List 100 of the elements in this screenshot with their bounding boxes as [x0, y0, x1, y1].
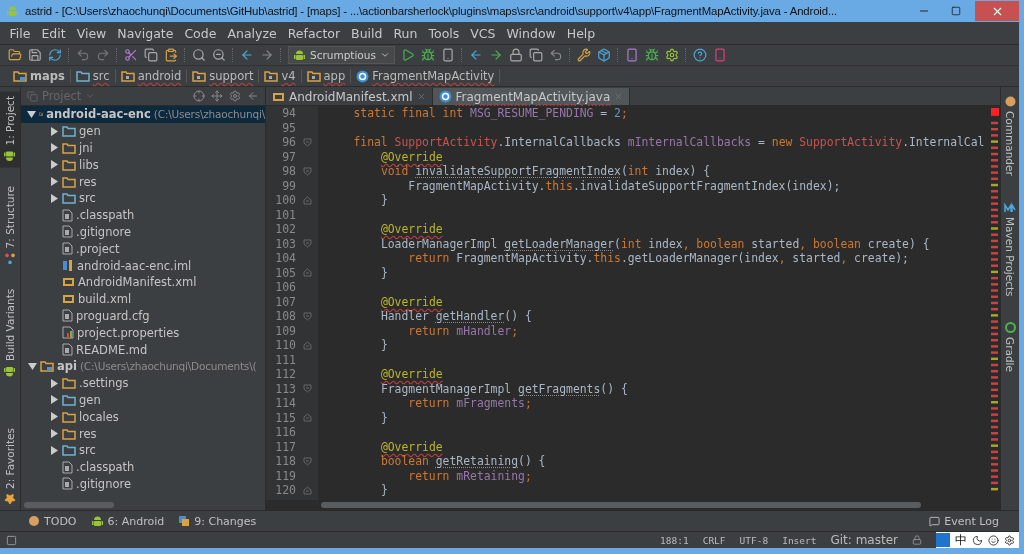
tree-item[interactable]: res	[21, 173, 265, 190]
cut-icon[interactable]	[124, 48, 138, 62]
fold-end-marker-icon[interactable]	[302, 340, 312, 350]
redo-icon[interactable]	[96, 48, 110, 62]
tree-item[interactable]: .project	[21, 240, 265, 258]
tree-item[interactable]: gen	[21, 391, 265, 409]
tool-window-tab[interactable]: Maven Projects	[1001, 196, 1019, 302]
tool-window-tab[interactable]: 6: Android	[90, 514, 165, 528]
expanded-arrow-icon[interactable]	[27, 109, 36, 119]
emoji-icon[interactable]	[988, 534, 999, 546]
fold-marker-icon[interactable]	[302, 239, 312, 249]
run-configuration-select[interactable]: Scrumptious	[288, 46, 395, 64]
refresh-icon[interactable]	[48, 48, 62, 62]
tree-item[interactable]: AndroidManifest.xml	[21, 273, 265, 291]
tree-item[interactable]: .classpath	[21, 458, 265, 476]
save-icon[interactable]	[28, 48, 42, 62]
fold-marker-icon[interactable]	[302, 137, 312, 147]
hide-icon[interactable]	[247, 90, 259, 102]
tree-item[interactable]: .gitignore	[21, 223, 265, 241]
tree-item[interactable]: proguard.cfg	[21, 307, 265, 325]
fold-end-marker-icon[interactable]	[302, 268, 312, 278]
input-method-icon[interactable]	[936, 533, 950, 547]
run-icon[interactable]	[400, 48, 415, 62]
menu-item[interactable]: Help	[561, 25, 601, 41]
forward-icon[interactable]	[260, 48, 274, 62]
menu-item[interactable]: Refactor	[282, 25, 346, 41]
search-icon[interactable]	[192, 48, 206, 62]
tool-window-tab[interactable]: 1: Project	[0, 91, 20, 168]
tree-item[interactable]: locales	[21, 408, 265, 426]
tool-window-tab[interactable]: Commander	[1001, 91, 1019, 181]
close-icon[interactable]	[416, 92, 426, 101]
menu-item[interactable]: Tools	[422, 25, 465, 41]
menu-item[interactable]: Build	[345, 25, 388, 41]
fold-end-marker-icon[interactable]	[302, 195, 312, 205]
tool-window-tab[interactable]: TODO	[28, 514, 77, 528]
editor-tab[interactable]: FragmentMapActivity.java	[432, 88, 631, 105]
fold-marker-icon[interactable]	[302, 456, 312, 466]
vcs-update-icon[interactable]	[468, 48, 483, 62]
tree-item[interactable]: android-aac-enc (C:\Users\zhaochunqi\	[21, 106, 265, 123]
menu-item[interactable]: Window	[501, 25, 562, 41]
breadcrumb[interactable]: maps	[10, 69, 71, 83]
back-icon[interactable]	[240, 48, 254, 62]
line-separator[interactable]: CRLF	[702, 534, 726, 546]
tree-item[interactable]: libs	[21, 156, 265, 174]
fold-marker-icon[interactable]	[302, 384, 312, 394]
menu-item[interactable]: Run	[388, 25, 423, 41]
fold-end-marker-icon[interactable]	[302, 485, 312, 495]
tree-item[interactable]: src	[21, 441, 265, 459]
input-mode[interactable]: 中	[955, 531, 967, 549]
tool-windows-toggle-icon[interactable]	[6, 534, 17, 546]
tool-window-tab[interactable]: 9: Changes	[178, 514, 257, 528]
tree-item[interactable]: gen	[21, 122, 265, 140]
tree-item[interactable]: build.xml	[21, 290, 265, 308]
file-encoding[interactable]: UTF-8	[739, 534, 769, 546]
menu-item[interactable]: Analyze	[221, 25, 283, 41]
menu-item[interactable]: VCS	[464, 25, 501, 41]
breadcrumb[interactable]: android	[117, 69, 188, 83]
breadcrumb[interactable]: v4	[261, 69, 302, 83]
caret-position[interactable]: 188:1	[660, 534, 689, 546]
event-log-tab[interactable]: Event Log	[929, 514, 1019, 528]
tree-item[interactable]: res	[21, 425, 265, 442]
tree-item[interactable]: src	[21, 190, 265, 207]
copy-icon[interactable]	[144, 48, 158, 62]
tool-window-tab[interactable]: Gradle	[1001, 317, 1019, 378]
open-folder-icon[interactable]	[8, 48, 22, 62]
help-icon[interactable]	[692, 48, 707, 62]
menu-item[interactable]: View	[71, 25, 112, 41]
tree-item[interactable]: project.properties	[21, 324, 265, 342]
tree-item[interactable]: .classpath	[21, 206, 265, 224]
lock-icon[interactable]	[912, 535, 922, 545]
revert-icon[interactable]	[548, 48, 563, 62]
tool-window-tab[interactable]: 7: Structure	[0, 181, 20, 270]
menu-item[interactable]: Edit	[35, 25, 72, 41]
scrollbar-thumb[interactable]	[24, 502, 114, 508]
paste-icon[interactable]	[164, 48, 178, 62]
tree-item[interactable]: README.md	[21, 341, 265, 358]
menu-item[interactable]: Navigate	[111, 25, 179, 41]
fold-end-marker-icon[interactable]	[302, 413, 312, 423]
close-button[interactable]	[975, 1, 1019, 21]
breadcrumb[interactable]: app	[303, 69, 352, 83]
fold-marker-icon[interactable]	[302, 166, 312, 176]
tree-item[interactable]: android-aac-enc.iml	[21, 257, 265, 274]
menu-item[interactable]: File	[4, 25, 36, 41]
scrollbar-thumb[interactable]	[321, 502, 921, 508]
device-icon[interactable]	[440, 48, 455, 62]
fold-marker-icon[interactable]	[302, 311, 312, 321]
tree-item[interactable]: api (C:\Users\zhaochunqi\Documents\(	[21, 357, 265, 375]
tree-item[interactable]: .gitignore	[21, 475, 265, 493]
expanded-arrow-icon[interactable]	[27, 361, 37, 371]
moon-icon[interactable]	[972, 534, 983, 546]
breadcrumb[interactable]: FragmentMapActivity	[353, 69, 501, 83]
menu-item[interactable]: Code	[178, 25, 222, 41]
locate-icon[interactable]	[193, 90, 205, 102]
vcs-branch[interactable]: Git: master	[830, 533, 898, 547]
tree-item[interactable]: jni	[21, 139, 265, 157]
undo-icon[interactable]	[76, 48, 90, 62]
breadcrumb[interactable]: src	[72, 69, 116, 83]
breadcrumb[interactable]: support	[189, 69, 260, 83]
tool-window-tab[interactable]: Build Variants	[0, 283, 20, 409]
tree-item[interactable]: .settings	[21, 374, 265, 392]
